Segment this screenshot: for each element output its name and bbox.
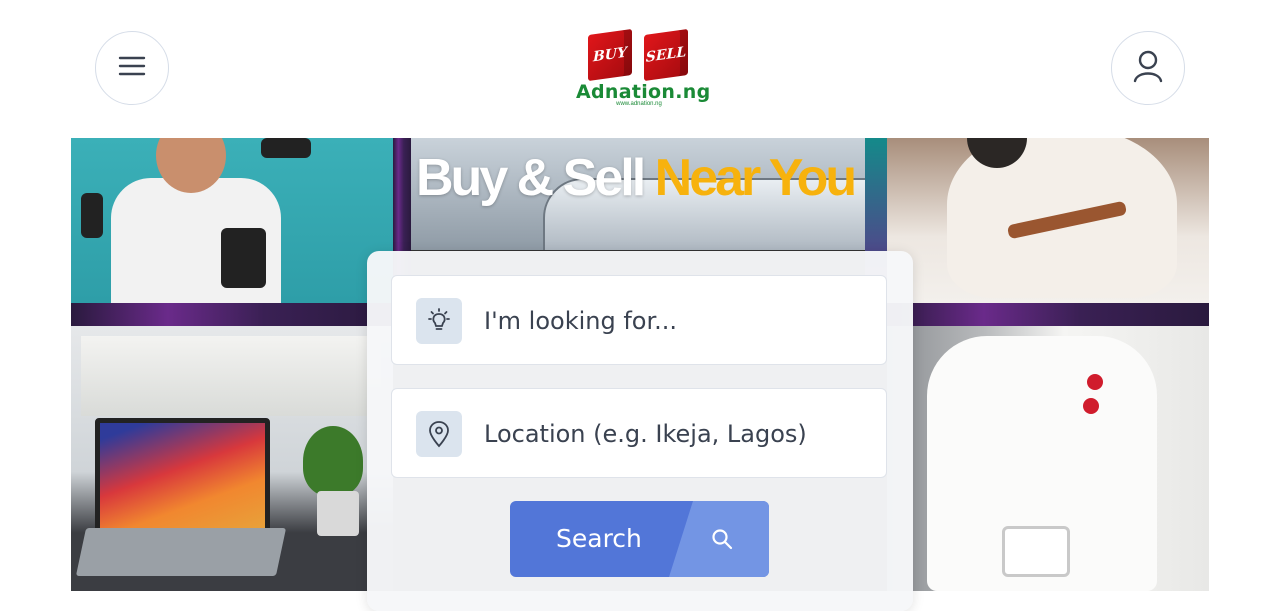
logo-sell-cube: SELL [644,28,688,82]
logo-url: www.adnation.ng [616,101,662,107]
hamburger-menu-icon [118,55,146,82]
tagline-buy-sell: Buy & Sell [416,149,655,207]
hero-image-laptop [71,326,393,591]
logo-buy-cube: BUY [588,28,632,82]
hero-image-fashion [887,326,1209,591]
menu-button[interactable] [95,31,169,105]
search-button-label: Search [556,524,642,553]
user-icon [1132,49,1164,88]
keyword-field[interactable] [391,275,887,365]
hero-image-dog [887,138,1209,303]
hero-tagline: Buy & Sell Near You [416,148,876,208]
search-icon [711,528,733,550]
search-button[interactable]: Search [510,501,769,577]
search-card: Search [367,251,913,611]
lightbulb-icon [416,298,462,344]
map-pin-icon [416,411,462,457]
hero-image-camera [71,138,393,303]
tagline-near-you: Near You [654,149,857,207]
account-button[interactable] [1111,31,1185,105]
location-input[interactable] [484,411,864,457]
location-field[interactable] [391,388,887,478]
site-logo[interactable]: BUY SELL Adnation.ng www.adnation.ng [576,28,711,110]
keyword-input[interactable] [484,298,864,344]
logo-wordmark: Adnation.ng [576,81,711,103]
